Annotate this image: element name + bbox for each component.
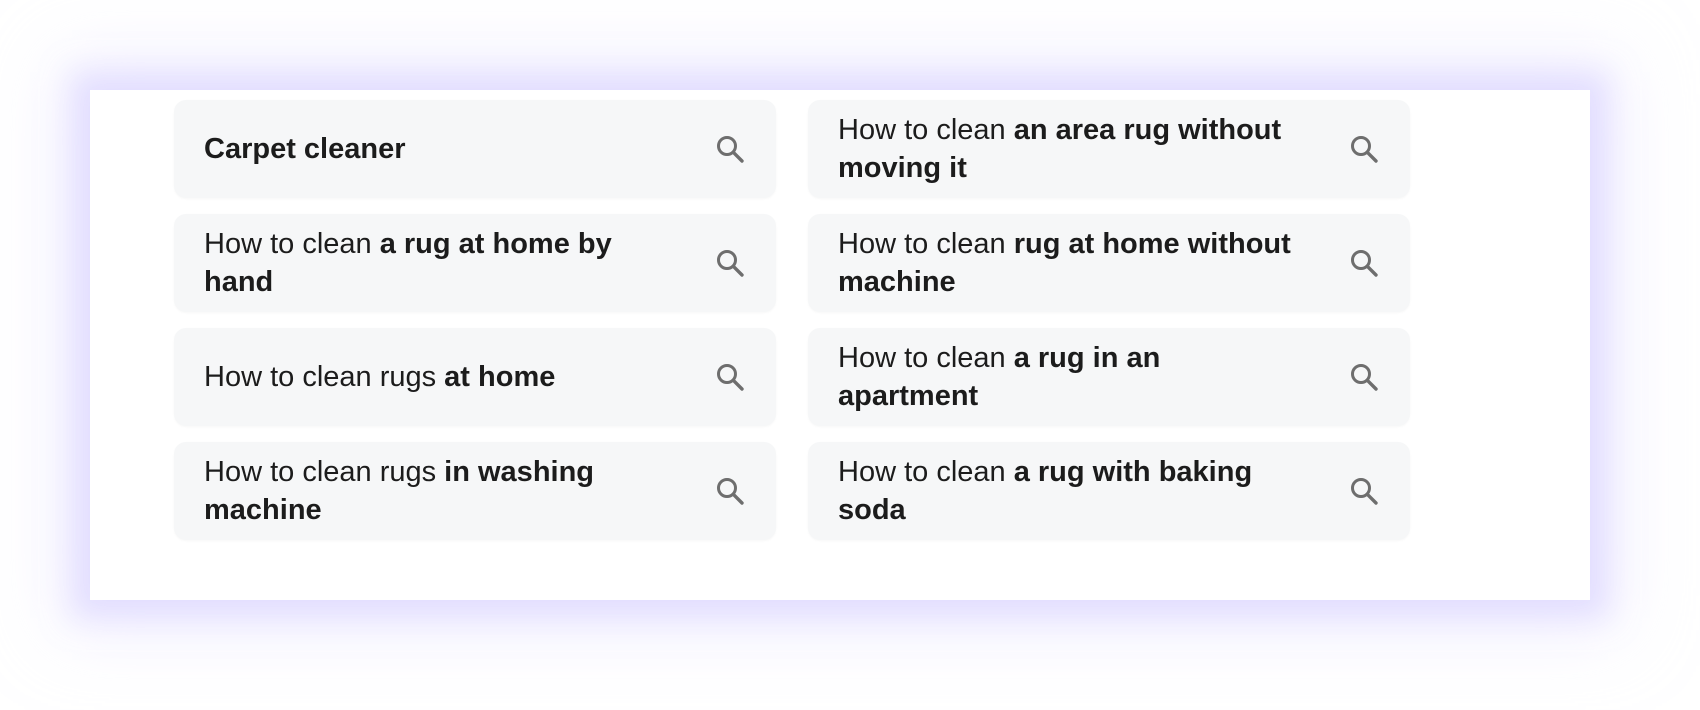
suggestion-chip[interactable]: How to clean a rug in an apartment (808, 328, 1410, 426)
suggestion-text: How to clean a rug in an apartment (838, 339, 1348, 415)
suggestion-prefix: How to clean (204, 228, 380, 260)
suggestion-text: How to clean rugs at home (204, 358, 714, 396)
suggestion-prefix: How to clean rugs (204, 456, 445, 488)
suggestion-text: How to clean rugs in washing machine (204, 453, 714, 529)
suggestion-text: How to clean an area rug without moving … (838, 111, 1348, 187)
suggestion-prefix: How to clean (838, 114, 1014, 146)
search-icon[interactable] (714, 475, 746, 507)
suggestion-bold: Carpet cleaner (204, 133, 406, 165)
search-icon[interactable] (714, 361, 746, 393)
search-icon[interactable] (714, 247, 746, 279)
search-icon[interactable] (714, 133, 746, 165)
suggestion-chip[interactable]: How to clean rug at home without machine (808, 214, 1410, 312)
suggestion-chip[interactable]: How to clean a rug at home by hand (174, 214, 776, 312)
search-icon[interactable] (1348, 361, 1380, 393)
suggestion-prefix: How to clean rugs (204, 361, 445, 393)
search-icon[interactable] (1348, 133, 1380, 165)
suggestion-chip[interactable]: How to clean rugs at home (174, 328, 776, 426)
suggestion-text: Carpet cleaner (204, 130, 714, 168)
suggestion-prefix: How to clean (838, 456, 1014, 488)
suggestion-chip[interactable]: How to clean an area rug without moving … (808, 100, 1410, 198)
suggestions-grid: Carpet cleaner How to clean an area rug … (174, 100, 1410, 540)
suggestion-bold: at home (444, 361, 556, 393)
search-icon[interactable] (1348, 247, 1380, 279)
search-icon[interactable] (1348, 475, 1380, 507)
suggestion-text: How to clean rug at home without machine (838, 225, 1348, 301)
suggestion-prefix: How to clean (838, 342, 1014, 374)
search-suggestions-panel: Carpet cleaner How to clean an area rug … (90, 90, 1590, 600)
suggestion-text: How to clean a rug at home by hand (204, 225, 714, 301)
suggestion-chip[interactable]: How to clean rugs in washing machine (174, 442, 776, 540)
suggestion-text: How to clean a rug with baking soda (838, 453, 1348, 529)
suggestion-chip[interactable]: Carpet cleaner (174, 100, 776, 198)
suggestion-chip[interactable]: How to clean a rug with baking soda (808, 442, 1410, 540)
suggestion-prefix: How to clean (838, 228, 1014, 260)
